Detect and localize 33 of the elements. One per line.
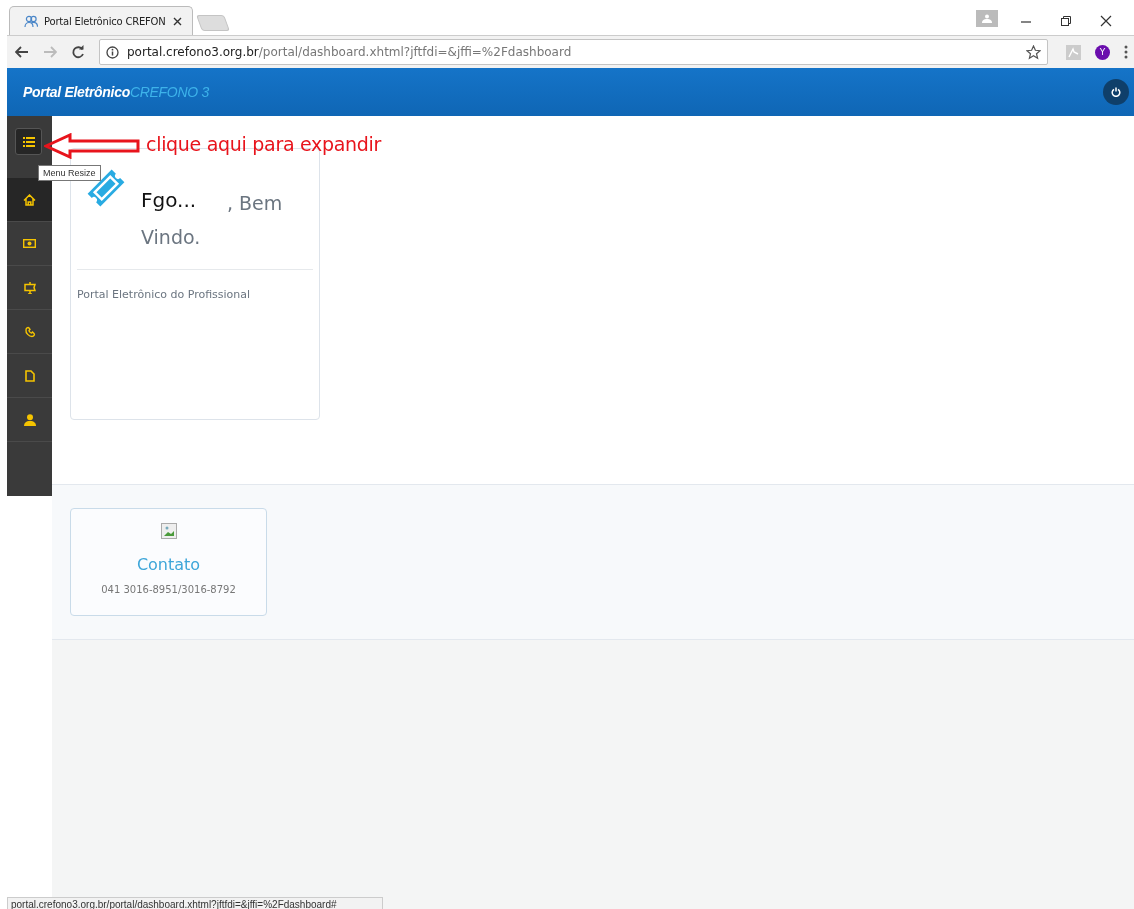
list-icon — [22, 136, 35, 147]
reload-icon[interactable] — [71, 45, 85, 59]
person-icon — [982, 14, 992, 23]
broken-image-icon — [160, 523, 177, 539]
browser-tab[interactable]: Portal Eletrônico CREFON — [9, 6, 193, 35]
power-icon — [1111, 87, 1121, 97]
back-icon[interactable] — [15, 46, 29, 58]
welcome-message: Fgo... , Bem Vindo. — [141, 187, 284, 250]
star-icon[interactable] — [1026, 44, 1041, 60]
restore-icon[interactable] — [1060, 15, 1072, 27]
info-icon — [106, 45, 119, 59]
contact-title: Contato — [136, 555, 201, 574]
power-button[interactable] — [1103, 79, 1129, 105]
people-icon — [24, 14, 38, 28]
close-icon[interactable] — [1100, 15, 1112, 27]
menu-icon[interactable] — [1124, 45, 1128, 59]
contact-card[interactable]: Contato 041 3016-8951/3016-8792 — [70, 508, 267, 616]
menu-button[interactable] — [15, 128, 42, 155]
card-subtitle: Portal Eletrônico do Profissional — [77, 287, 252, 301]
sidebar-item[interactable] — [7, 178, 52, 222]
annotation-text: clique aqui para expandir — [146, 133, 382, 155]
home-icon — [23, 193, 36, 206]
banknote-icon — [23, 239, 36, 248]
close-icon[interactable] — [173, 16, 182, 26]
contact-phone: 041 3016-8951/3016-8792 — [101, 584, 236, 595]
tooltip: Menu Resize — [38, 165, 101, 181]
address-field[interactable]: portal.crefono3.org.br/portal/dashboard.xhtml?jftfdi=&jffi=%2Fdashboard — [99, 39, 1048, 65]
document-icon — [24, 369, 35, 382]
phone-icon — [23, 325, 36, 338]
user-icon — [23, 413, 36, 426]
signpost-icon — [23, 281, 36, 294]
brand-title: Portal EletrônicoCREFONO 3 — [23, 84, 209, 100]
profile-avatar[interactable]: Y — [1095, 44, 1110, 60]
